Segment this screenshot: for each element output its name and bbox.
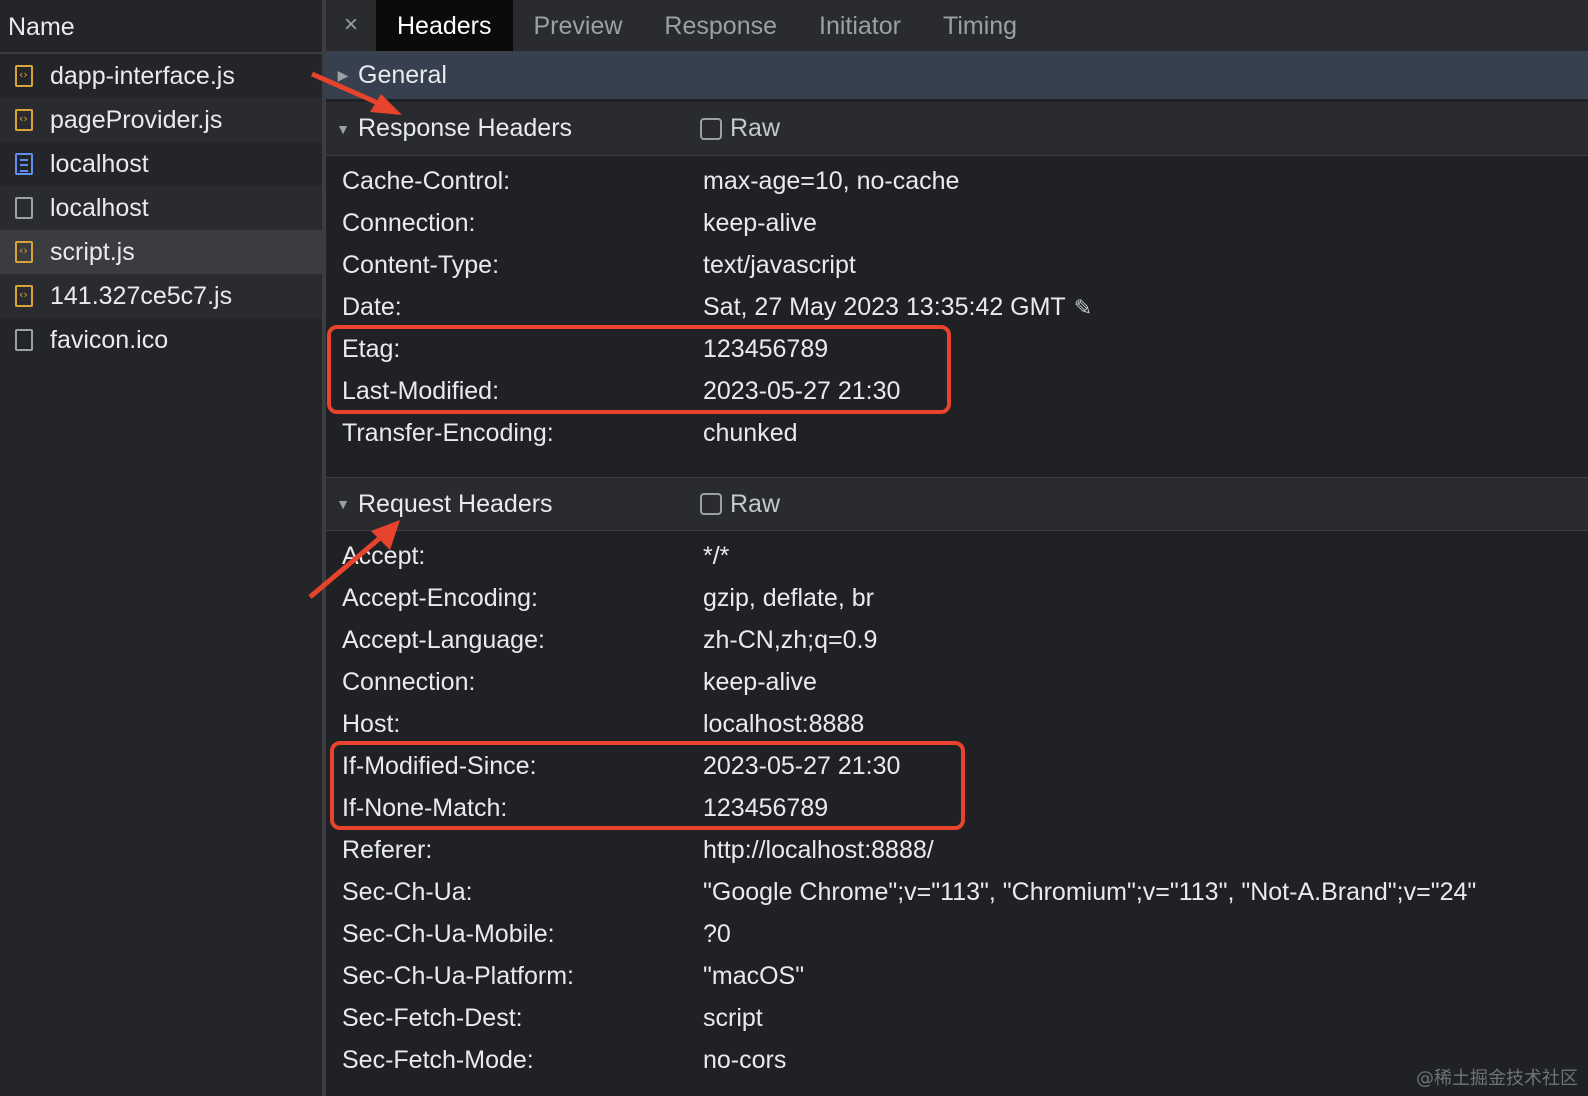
watermark: @稀土掘金技术社区 [1416, 1068, 1578, 1089]
annotation-arrows [308, 71, 402, 599]
arrow-to-response-headers [310, 71, 402, 115]
arrow-to-request-headers [308, 520, 400, 599]
